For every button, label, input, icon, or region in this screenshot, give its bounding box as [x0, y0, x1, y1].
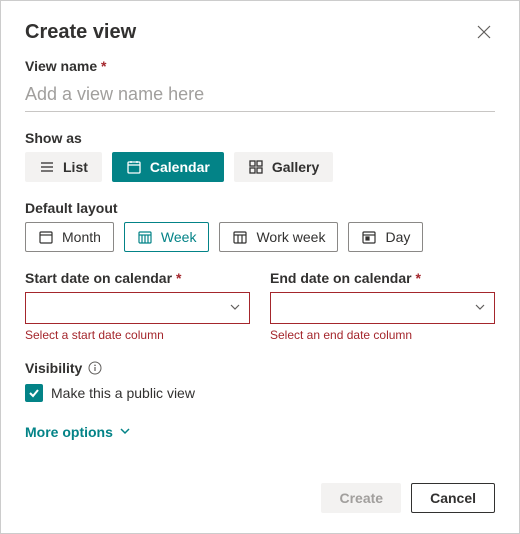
create-button[interactable]: Create: [321, 483, 401, 513]
more-options-toggle[interactable]: More options: [25, 424, 131, 440]
calendar-day-icon: [361, 229, 377, 245]
show-as-calendar[interactable]: Calendar: [112, 152, 224, 182]
calendar-week-icon: [137, 229, 153, 245]
view-name-input[interactable]: [25, 80, 495, 112]
list-icon: [39, 159, 55, 175]
layout-month[interactable]: Month: [25, 222, 114, 252]
calendar-month-icon: [38, 229, 54, 245]
chevron-down-icon: [474, 300, 486, 316]
more-options-label: More options: [25, 424, 113, 440]
show-as-list-label: List: [63, 159, 88, 175]
show-as-list[interactable]: List: [25, 152, 102, 182]
start-date-select[interactable]: [25, 292, 250, 324]
show-as-calendar-label: Calendar: [150, 159, 210, 175]
layout-week-label: Week: [161, 229, 197, 245]
end-date-label: End date on calendar *: [270, 270, 495, 286]
view-name-label: View name *: [25, 58, 495, 74]
create-view-dialog: Create view View name * Show as List Cal…: [0, 0, 520, 534]
chevron-down-icon: [119, 424, 131, 440]
close-icon: [477, 27, 491, 42]
start-date-label: Start date on calendar *: [25, 270, 250, 286]
layout-day-label: Day: [385, 229, 410, 245]
layout-workweek-label: Work week: [256, 229, 325, 245]
end-date-select[interactable]: [270, 292, 495, 324]
info-icon[interactable]: [88, 361, 102, 375]
default-layout-options: Month Week Work week Day: [25, 222, 495, 252]
end-date-error: Select an end date column: [270, 328, 495, 342]
default-layout-label: Default layout: [25, 200, 495, 216]
layout-day[interactable]: Day: [348, 222, 423, 252]
visibility-label: Visibility: [25, 360, 82, 376]
show-as-gallery-label: Gallery: [272, 159, 319, 175]
gallery-icon: [248, 159, 264, 175]
calendar-workweek-icon: [232, 229, 248, 245]
layout-week[interactable]: Week: [124, 222, 210, 252]
dialog-title: Create view: [25, 21, 136, 44]
public-view-label: Make this a public view: [51, 385, 195, 401]
public-view-checkbox[interactable]: [25, 384, 43, 402]
show-as-gallery[interactable]: Gallery: [234, 152, 333, 182]
close-button[interactable]: [473, 21, 495, 46]
show-as-options: List Calendar Gallery: [25, 152, 495, 182]
layout-workweek[interactable]: Work week: [219, 222, 338, 252]
chevron-down-icon: [229, 300, 241, 316]
start-date-error: Select a start date column: [25, 328, 250, 342]
show-as-label: Show as: [25, 130, 495, 146]
check-icon: [28, 387, 40, 399]
cancel-button[interactable]: Cancel: [411, 483, 495, 513]
layout-month-label: Month: [62, 229, 101, 245]
calendar-icon: [126, 159, 142, 175]
